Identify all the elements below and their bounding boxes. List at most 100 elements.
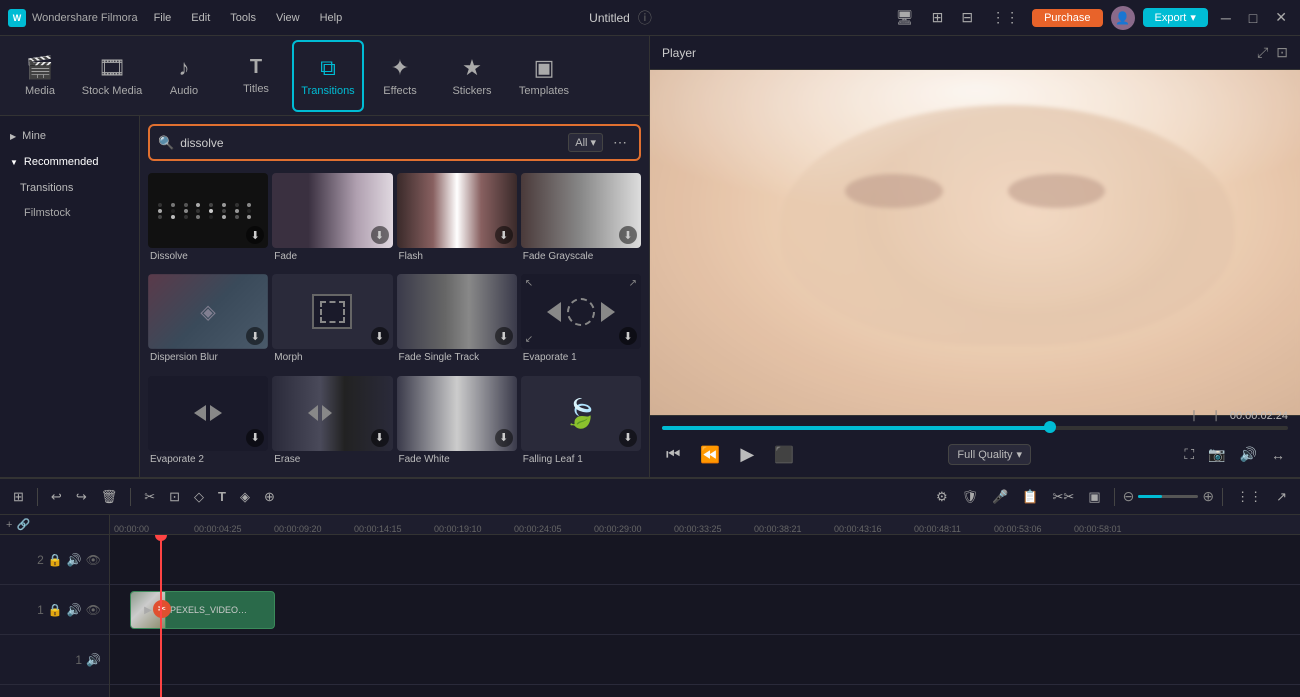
transition-thumb-morph[interactable]: ⬇: [272, 274, 392, 349]
step-back-btn[interactable]: ⏪: [696, 441, 724, 469]
minimize-btn[interactable]: ─: [1216, 7, 1236, 29]
menu-file[interactable]: File: [146, 10, 180, 26]
track-audio-mute-icon[interactable]: 🔊: [86, 653, 101, 667]
rewind-btn[interactable]: ⏮: [662, 442, 684, 468]
tab-titles[interactable]: T Titles: [220, 40, 292, 112]
tl-delete-btn[interactable]: 🗑: [96, 486, 123, 508]
transition-thumb-fade-white[interactable]: ⬇: [397, 376, 517, 451]
tl-grid-btn[interactable]: ▣: [1083, 486, 1105, 508]
tl-split-btn[interactable]: ✂✂: [1048, 486, 1080, 508]
window-min-btn[interactable]: 🖥: [891, 6, 919, 29]
dissolve-label: Dissolve: [148, 251, 268, 262]
player-expand-icon[interactable]: ⤢: [1257, 44, 1268, 61]
tl-crop-btn[interactable]: ⊡: [164, 486, 185, 508]
transition-thumb-fade-single-track[interactable]: ⬇: [397, 274, 517, 349]
playhead: [160, 535, 162, 697]
volume-btn[interactable]: 🔊: [1237, 443, 1260, 466]
menu-view[interactable]: View: [268, 10, 308, 26]
search-more-icon[interactable]: ⋯: [609, 132, 631, 153]
transition-thumb-fade-grayscale[interactable]: ⬇: [521, 173, 641, 248]
transition-thumb-dissolve[interactable]: ⬇: [148, 173, 268, 248]
tab-stickers[interactable]: ★ Stickers: [436, 40, 508, 112]
fullscreen-btn[interactable]: ⛶: [1181, 443, 1197, 466]
player-timeline-bar[interactable]: ⎸ ⎸ 00:00:02:24: [662, 426, 1288, 430]
tl-cut-btn[interactable]: ✂: [139, 486, 160, 508]
zoom-slider[interactable]: [1138, 495, 1198, 498]
transition-thumb-erase[interactable]: ⬇: [272, 376, 392, 451]
app-name: Wondershare Filmora: [32, 12, 138, 24]
transition-thumb-falling-leaf-1[interactable]: 🍃 ⬇: [521, 376, 641, 451]
window-grid-btn[interactable]: ⊟: [956, 6, 978, 29]
track-1-mute-icon[interactable]: 🔊: [67, 603, 82, 617]
settings-btn[interactable]: ↔: [1268, 443, 1288, 466]
tab-effects[interactable]: ✦ Effects: [364, 40, 436, 112]
video-clip[interactable]: ▶ PEXELS_VIDEOS5971289: [130, 591, 275, 629]
tab-stock-media[interactable]: 🎞 Stock Media: [76, 40, 148, 112]
player-timeline-handle[interactable]: [1044, 421, 1056, 433]
fade-add-icon: ⬇: [371, 226, 389, 244]
tab-media[interactable]: 🎬 Media: [4, 40, 76, 112]
stop-btn[interactable]: ⬛: [770, 441, 798, 469]
tl-expand-btn[interactable]: ↗: [1271, 486, 1292, 508]
tl-more-btn[interactable]: ⋮⋮: [1231, 486, 1267, 508]
tl-text-btn[interactable]: T: [213, 486, 231, 507]
search-filter[interactable]: All ▾: [568, 133, 603, 152]
transition-thumb-evaporate-1[interactable]: ↖ ↗ ↙ ⬇: [521, 274, 641, 349]
zoom-out-btn[interactable]: ⊖: [1123, 488, 1135, 505]
timeline-toolbar: ⊞ ↩ ↪ 🗑 ✂ ⊡ ◇ T ◈ ⊕ ⚙ 🛡 🎤 📋 ✂✂ ▣ ⊖ ⊕ ⋮⋮ …: [0, 479, 1300, 515]
track-2-lock-icon[interactable]: 🔒: [48, 553, 63, 567]
timeline-content: ✂ ▶ PEXELS_VIDEOS5971289: [110, 535, 1300, 697]
menu-tools[interactable]: Tools: [222, 10, 264, 26]
player-header-icons: ⤢ ⊡: [1257, 44, 1288, 61]
sidebar-item-filmstock[interactable]: Filmstock: [0, 202, 139, 224]
tab-audio[interactable]: ♪ Audio: [148, 40, 220, 112]
sidebar-item-mine[interactable]: ▶ Mine: [0, 124, 139, 148]
quality-select[interactable]: Full Quality ▾: [948, 444, 1031, 465]
window-apps-btn[interactable]: ⋮⋮: [986, 6, 1024, 29]
recommended-arrow-icon: ▼: [10, 158, 18, 167]
tl-mask-btn[interactable]: ◇: [189, 486, 209, 508]
export-button[interactable]: Export ▾: [1143, 8, 1208, 27]
track-add-btn[interactable]: +: [6, 519, 12, 531]
tl-shield-btn[interactable]: 🛡: [957, 486, 984, 508]
transition-thumb-fade[interactable]: ⬇: [272, 173, 392, 248]
tab-templates[interactable]: ▣ Templates: [508, 40, 580, 112]
play-btn[interactable]: ▶: [736, 440, 758, 469]
transition-thumb-flash[interactable]: ⬇: [397, 173, 517, 248]
evaporate1-add-icon: ⬇: [619, 327, 637, 345]
track-2-mute-icon[interactable]: 🔊: [67, 553, 82, 567]
fade-white-label: Fade White: [397, 454, 517, 465]
menu-help[interactable]: Help: [312, 10, 351, 26]
transition-thumb-evaporate-2[interactable]: ⬇: [148, 376, 268, 451]
tl-undo-btn[interactable]: ↩: [46, 486, 67, 508]
maximize-btn[interactable]: □: [1244, 7, 1262, 29]
menu-edit[interactable]: Edit: [183, 10, 218, 26]
transition-item-morph: ⬇ Morph: [272, 274, 392, 371]
close-btn[interactable]: ✕: [1270, 6, 1292, 29]
sidebar-mine-label: Mine: [22, 130, 46, 142]
sidebar-item-recommended[interactable]: ▼ Recommended: [0, 150, 139, 174]
track-link-btn[interactable]: 🔗: [16, 518, 30, 531]
track-audio-num: 1: [75, 653, 82, 667]
transition-thumb-dispersion-blur[interactable]: ◈ ⬇: [148, 274, 268, 349]
user-avatar[interactable]: 👤: [1111, 6, 1135, 30]
track-2-eye-icon[interactable]: 👁: [86, 553, 101, 567]
tl-adjust-btn[interactable]: ◈: [235, 486, 255, 508]
ruler-mark-1: 00:00:04:25: [194, 524, 242, 534]
search-input[interactable]: [180, 136, 562, 150]
track-1-lock-icon[interactable]: 🔒: [48, 603, 63, 617]
tl-clip-btn[interactable]: 📋: [1017, 486, 1043, 508]
tl-add-btn[interactable]: ⊕: [259, 486, 280, 508]
tl-layout-btn[interactable]: ⊞: [8, 486, 29, 508]
screenshot-btn[interactable]: 📷: [1205, 443, 1228, 466]
zoom-in-btn[interactable]: ⊕: [1202, 488, 1214, 505]
player-settings-icon[interactable]: ⊡: [1276, 44, 1288, 61]
window-layout-btn[interactable]: ⊞: [927, 6, 949, 29]
tab-transitions[interactable]: ⧉ Transitions: [292, 40, 364, 112]
purchase-button[interactable]: Purchase: [1032, 9, 1102, 27]
track-1-eye-icon[interactable]: 👁: [86, 603, 101, 617]
tl-settings-btn[interactable]: ⚙: [931, 486, 953, 508]
tl-mic-btn[interactable]: 🎤: [987, 486, 1013, 508]
sidebar-item-transitions[interactable]: Transitions: [0, 176, 139, 200]
tl-redo-btn[interactable]: ↪: [71, 486, 92, 508]
